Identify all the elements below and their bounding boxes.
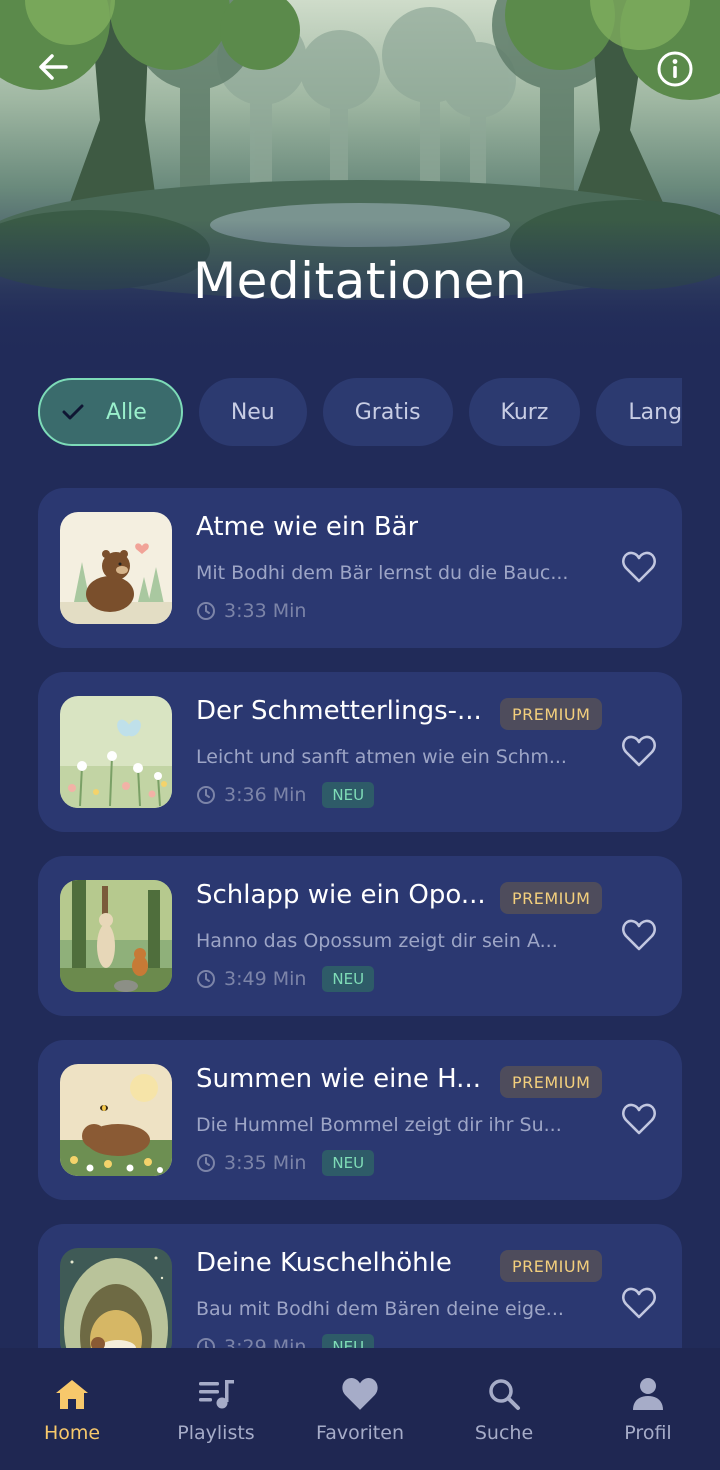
nav-search-label: Suche [474, 1422, 534, 1444]
meditation-description: Die Hummel Bommel zeigt dir ihr Su... [196, 1114, 562, 1136]
favorite-button[interactable] [618, 1098, 660, 1140]
meditation-meta: 3:49 Min NEU [196, 964, 375, 994]
premium-badge: PREMIUM [500, 1066, 603, 1098]
meditation-thumbnail [60, 1248, 172, 1348]
meditation-meta: 3:33 Min [196, 596, 306, 626]
meditation-title: Deine Kuschelhöhle [196, 1248, 452, 1278]
premium-badge: PREMIUM [500, 882, 603, 914]
filter-chip-kurz[interactable]: Kurz [468, 378, 581, 446]
meditation-description: Bau mit Bodhi dem Bären deine eige... [196, 1298, 564, 1320]
heart-icon [340, 1374, 380, 1414]
filter-chip-gratis[interactable]: Gratis [322, 378, 453, 446]
back-button[interactable] [30, 44, 76, 90]
nav-home[interactable]: Home [0, 1348, 144, 1470]
nav-profile-label: Profil [624, 1422, 672, 1444]
meditation-duration: 3:36 Min [224, 784, 307, 806]
filter-chip-neu[interactable]: Neu [198, 378, 307, 446]
meditation-description: Hanno das Opossum zeigt dir sein A... [196, 930, 558, 952]
new-badge: NEU [322, 1334, 375, 1348]
nav-favorites[interactable]: Favoriten [288, 1348, 432, 1470]
meditation-card[interactable]: Schlapp wie ein Opo... PREMIUM Hanno das… [38, 856, 682, 1016]
meditation-card[interactable]: Deine Kuschelhöhle PREMIUM Bau mit Bodhi… [38, 1224, 682, 1348]
heart-outline-icon [622, 919, 656, 951]
meditation-card[interactable]: Der Schmetterlings-... PREMIUM Leicht un… [38, 672, 682, 832]
nav-search[interactable]: Suche [432, 1348, 576, 1470]
favorite-button[interactable] [618, 914, 660, 956]
nav-playlists-label: Playlists [177, 1422, 255, 1444]
heart-outline-icon [622, 1103, 656, 1135]
meditation-meta: 3:36 Min NEU [196, 780, 375, 810]
meditation-title: Atme wie ein Bär [196, 512, 419, 542]
filter-chips: Alle Neu Gratis Kurz Lang [38, 378, 682, 448]
meditation-description: Leicht und sanft atmen wie ein Schm... [196, 746, 567, 768]
heart-outline-icon [622, 735, 656, 767]
heart-outline-icon [622, 1287, 656, 1319]
favorite-button[interactable] [618, 730, 660, 772]
nav-favorites-label: Favoriten [316, 1422, 404, 1444]
favorite-button[interactable] [618, 1282, 660, 1324]
bottom-navigation: Home Playlists Favoriten Suche Profil [0, 1348, 720, 1470]
meditation-duration: 3:29 Min [224, 1336, 307, 1348]
page-title: Meditationen [192, 252, 527, 310]
info-button[interactable] [652, 46, 698, 92]
nav-playlists[interactable]: Playlists [144, 1348, 288, 1470]
meditation-list: Atme wie ein Bär Mit Bodhi dem Bär lerns… [38, 488, 682, 1348]
filter-chip-label: Kurz [500, 399, 549, 425]
filter-chip-label: Alle [106, 399, 147, 425]
meditation-meta: 3:35 Min NEU [196, 1148, 375, 1178]
favorite-button[interactable] [618, 546, 660, 588]
clock-icon [196, 1153, 216, 1173]
search-icon [486, 1374, 522, 1414]
new-badge: NEU [322, 1150, 375, 1176]
person-icon [631, 1374, 665, 1414]
playlist-icon [197, 1374, 235, 1414]
filter-chip-lang[interactable]: Lang [596, 378, 682, 446]
arrow-left-icon [39, 54, 68, 80]
filter-chip-alle[interactable]: Alle [38, 378, 183, 446]
clock-icon [196, 969, 216, 989]
nav-profile[interactable]: Profil [576, 1348, 720, 1470]
premium-badge: PREMIUM [500, 698, 603, 730]
filter-chip-label: Neu [230, 399, 275, 425]
new-badge: NEU [322, 782, 375, 808]
premium-badge: PREMIUM [500, 1250, 603, 1282]
meditation-description: Mit Bodhi dem Bär lernst du die Bauc... [196, 562, 569, 584]
meditation-card[interactable]: Summen wie eine H... PREMIUM Die Hummel … [38, 1040, 682, 1200]
home-icon [54, 1374, 90, 1414]
meditation-title: Der Schmetterlings-... [196, 696, 482, 726]
meditation-meta: 3:29 Min NEU [196, 1332, 375, 1348]
filter-chip-label: Gratis [354, 399, 421, 425]
info-circle-icon [657, 51, 693, 87]
filter-chip-label: Lang [628, 399, 682, 425]
nav-home-label: Home [43, 1422, 101, 1444]
meditation-duration: 3:33 Min [224, 600, 307, 622]
meditation-thumbnail [60, 696, 172, 808]
meditation-thumbnail [60, 1064, 172, 1176]
clock-icon [196, 601, 216, 621]
meditation-title: Schlapp wie ein Opo... [196, 880, 486, 910]
meditation-duration: 3:35 Min [224, 1152, 307, 1174]
check-icon [62, 403, 84, 421]
meditation-duration: 3:49 Min [224, 968, 307, 990]
heart-outline-icon [622, 551, 656, 583]
new-badge: NEU [322, 966, 375, 992]
clock-icon [196, 785, 216, 805]
clock-icon [196, 1337, 216, 1348]
meditation-thumbnail [60, 512, 172, 624]
meditation-thumbnail [60, 880, 172, 992]
meditation-card[interactable]: Atme wie ein Bär Mit Bodhi dem Bär lerns… [38, 488, 682, 648]
meditation-title: Summen wie eine H... [196, 1064, 481, 1094]
